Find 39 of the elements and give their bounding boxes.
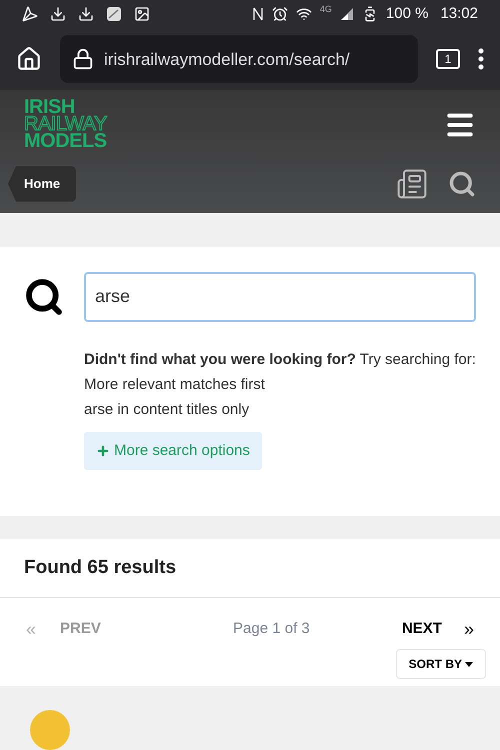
- address-bar[interactable]: irishrailwaymodeller.com/search/: [60, 35, 418, 84]
- send-icon: [22, 6, 38, 22]
- first-page-link: «: [26, 618, 36, 641]
- newspaper-icon[interactable]: [396, 168, 428, 200]
- image-icon: [134, 6, 150, 22]
- last-page-link[interactable]: »: [464, 616, 474, 643]
- wifi-icon: [296, 6, 312, 22]
- signal-icon: [340, 7, 354, 22]
- nfc-icon: [252, 6, 264, 22]
- plus-icon: [96, 444, 110, 458]
- search-field[interactable]: arse: [84, 272, 476, 322]
- avatar: [30, 710, 70, 750]
- suggestion-text: Didn't find what you were looking for? Try searching for:: [84, 350, 476, 370]
- suggestion-link[interactable]: More relevant matches first: [84, 376, 265, 393]
- tab-count[interactable]: 1: [436, 49, 460, 70]
- breadcrumb-link[interactable]: Home: [8, 166, 76, 202]
- alarm-icon: [272, 6, 288, 22]
- more-icon[interactable]: [478, 48, 484, 70]
- logo-text[interactable]: RAILWAY: [24, 116, 107, 134]
- url-text: irishrailwaymodeller.com/search/: [104, 48, 350, 71]
- page-indicator: Page 1 of 3: [232, 619, 310, 640]
- prev-link: PREV: [60, 619, 101, 640]
- download-icon: [50, 6, 66, 22]
- logo-text[interactable]: IRISH: [24, 99, 107, 116]
- logo-text[interactable]: MODELS: [24, 133, 107, 150]
- lock-icon: [72, 48, 94, 70]
- battery-level: 100 %: [386, 4, 428, 24]
- app-icon: [106, 6, 122, 22]
- next-link[interactable]: NEXT: [402, 618, 442, 641]
- search-icon[interactable]: [448, 170, 476, 198]
- home-icon[interactable]: [16, 46, 42, 72]
- clock: 13:02: [440, 4, 478, 24]
- search-icon: [24, 276, 64, 317]
- results-heading: Found 65 results: [24, 556, 176, 580]
- caret-icon: [465, 662, 473, 666]
- suggestion-link[interactable]: arse in content titles only: [84, 400, 250, 418]
- sort-button[interactable]: SORT BY: [396, 649, 486, 679]
- network-label: 4G: [320, 3, 332, 16]
- download-icon: [78, 6, 94, 22]
